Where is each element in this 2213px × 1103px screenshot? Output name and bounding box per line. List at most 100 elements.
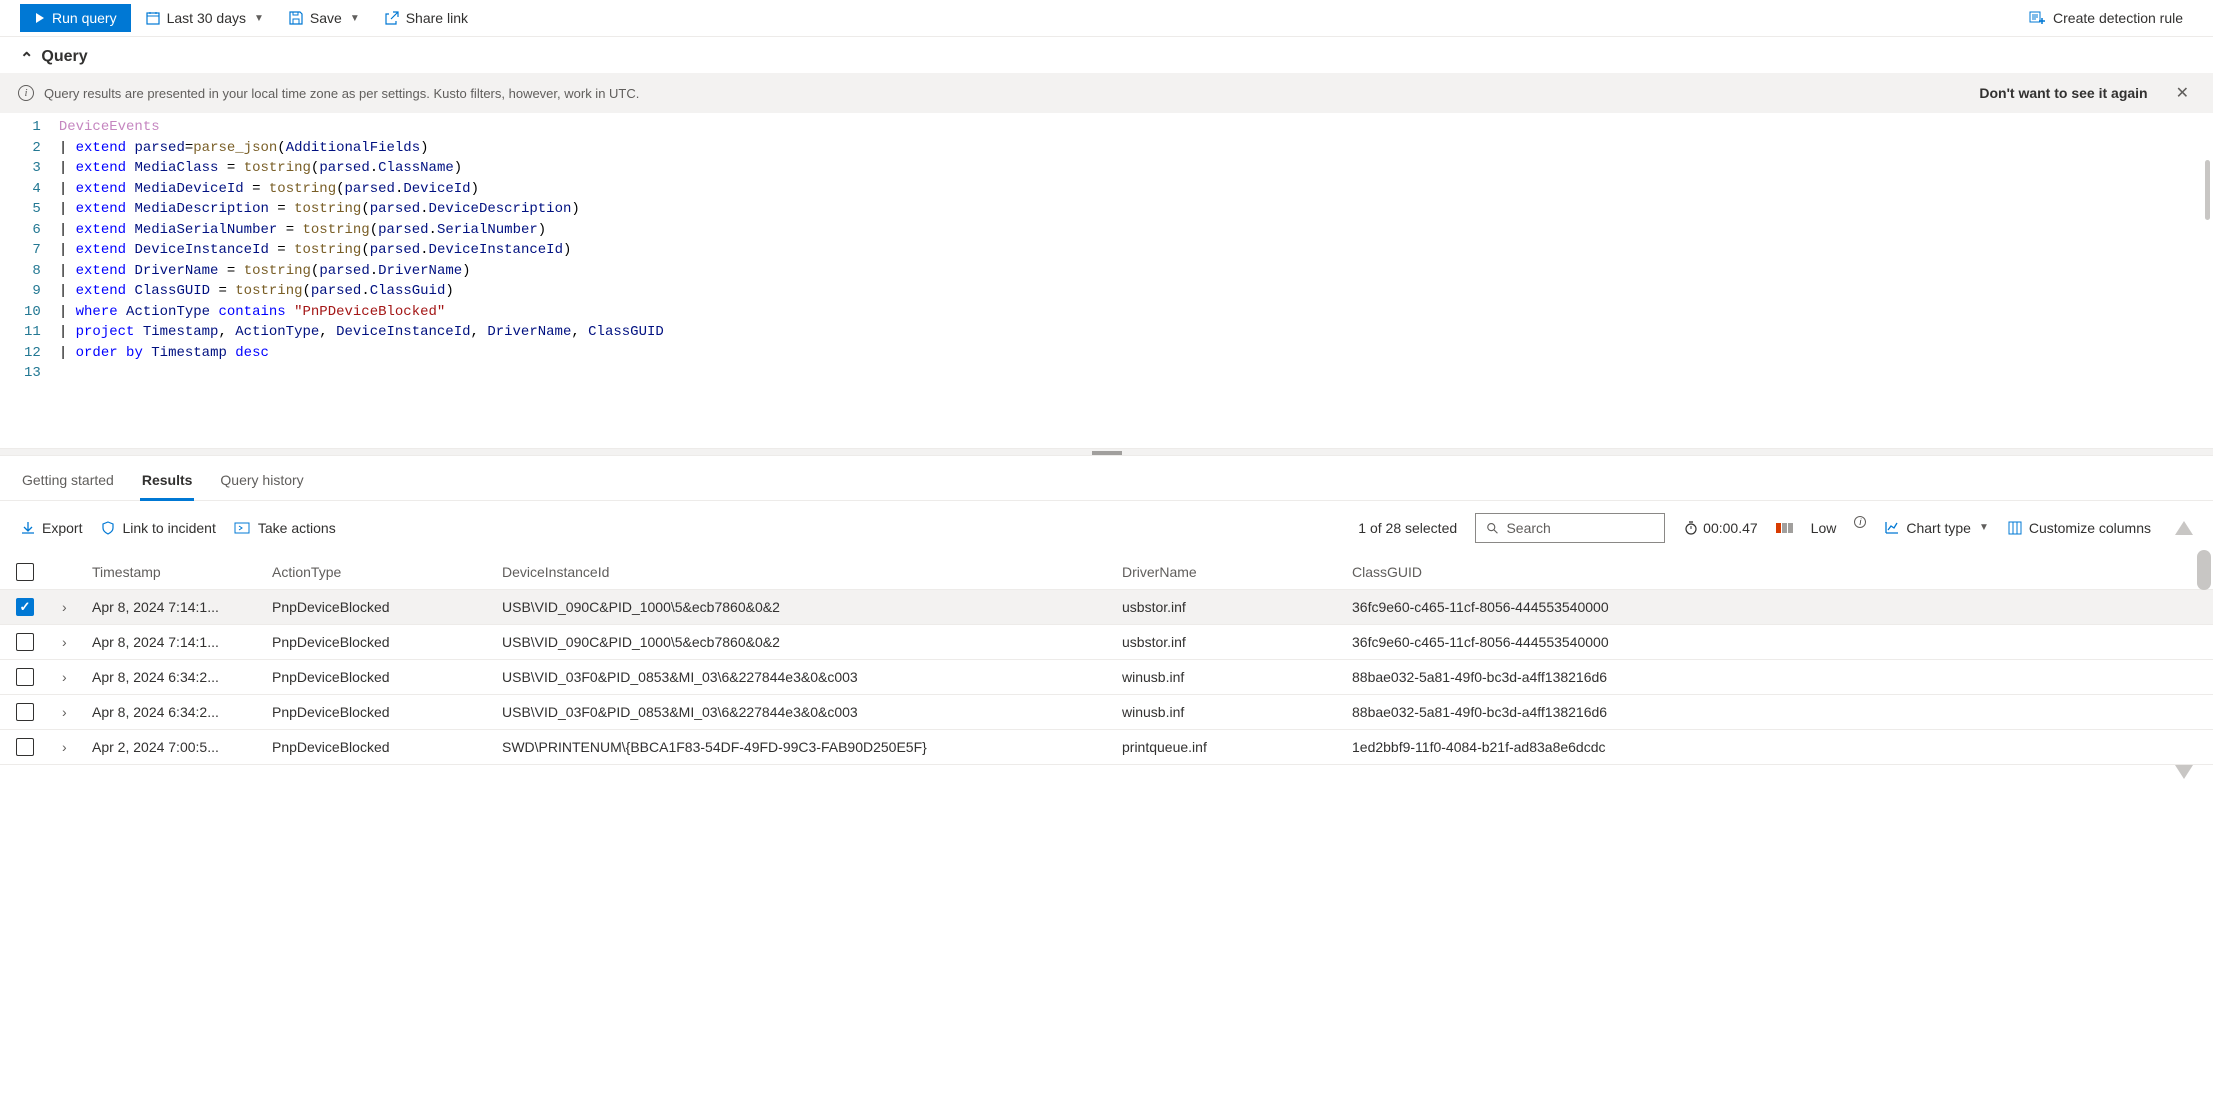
select-all-checkbox[interactable]	[16, 563, 34, 581]
cell-actiontype: PnpDeviceBlocked	[272, 704, 502, 720]
cell-deviceinstanceid: USB\VID_090C&PID_1000\5&ecb7860&0&2	[502, 599, 1122, 615]
expand-row-icon[interactable]: ›	[62, 704, 92, 720]
link-incident-button[interactable]: Link to incident	[100, 520, 215, 536]
chevron-down-icon: ▼	[350, 13, 360, 24]
row-checkbox[interactable]	[16, 703, 34, 721]
results-toolbar: Export Link to incident Take actions 1 o…	[0, 501, 2213, 555]
col-header-drivername[interactable]: DriverName	[1122, 564, 1352, 580]
timerange-picker[interactable]: Last 30 days ▼	[135, 4, 274, 32]
results-grid: Timestamp ActionType DeviceInstanceId Dr…	[0, 555, 2213, 765]
take-actions-button[interactable]: Take actions	[234, 520, 336, 536]
editor-gutter: 12345678910111213	[0, 113, 59, 388]
cell-classguid: 88bae032-5a81-49f0-bc3d-a4ff138216d6	[1352, 669, 2197, 685]
top-toolbar: Run query Last 30 days ▼ Save ▼ Share li…	[0, 0, 2213, 37]
cell-timestamp: Apr 8, 2024 6:34:2...	[92, 704, 272, 720]
cell-deviceinstanceid: SWD\PRINTENUM\{BBCA1F83-54DF-49FD-99C3-F…	[502, 739, 1122, 755]
chevron-up-icon: ⌄	[20, 47, 33, 67]
scrollbar-thumb[interactable]	[2197, 550, 2211, 590]
link-incident-label: Link to incident	[122, 520, 215, 536]
search-input[interactable]	[1506, 520, 1654, 536]
editor-code[interactable]: DeviceEvents| extend parsed=parse_json(A…	[59, 113, 664, 388]
row-checkbox[interactable]	[16, 633, 34, 651]
col-header-classguid[interactable]: ClassGUID	[1352, 564, 2197, 580]
detection-rule-icon	[2029, 10, 2047, 26]
tab-results[interactable]: Results	[140, 464, 195, 501]
search-input-wrapper[interactable]	[1475, 513, 1665, 543]
table-row[interactable]: ›Apr 8, 2024 6:34:2...PnpDeviceBlockedUS…	[0, 695, 2213, 730]
cell-actiontype: PnpDeviceBlocked	[272, 599, 502, 615]
close-icon[interactable]: ✕	[2170, 83, 2195, 103]
expand-row-icon[interactable]: ›	[62, 669, 92, 685]
cell-drivername: printqueue.inf	[1122, 739, 1352, 755]
col-header-timestamp[interactable]: Timestamp	[92, 564, 272, 580]
share-label: Share link	[406, 10, 468, 26]
elapsed-value: 00:00.47	[1703, 520, 1758, 536]
info-icon[interactable]: i	[1854, 516, 1866, 528]
save-button[interactable]: Save ▼	[278, 4, 370, 32]
chart-icon	[1884, 520, 1900, 536]
grid-header-row: Timestamp ActionType DeviceInstanceId Dr…	[0, 555, 2213, 590]
row-checkbox[interactable]	[16, 668, 34, 686]
share-icon	[384, 10, 400, 26]
save-label: Save	[310, 10, 342, 26]
row-checkbox[interactable]	[16, 738, 34, 756]
expand-row-icon[interactable]: ›	[62, 599, 92, 615]
cell-deviceinstanceid: USB\VID_03F0&PID_0853&MI_03\6&227844e3&0…	[502, 704, 1122, 720]
share-link-button[interactable]: Share link	[374, 4, 478, 32]
results-tabs: Getting started Results Query history	[0, 456, 2213, 501]
cell-classguid: 88bae032-5a81-49f0-bc3d-a4ff138216d6	[1352, 704, 2197, 720]
columns-icon	[2007, 520, 2023, 536]
row-checkbox[interactable]	[16, 598, 34, 616]
info-bar-message: Query results are presented in your loca…	[44, 86, 1957, 101]
create-detection-label: Create detection rule	[2053, 10, 2183, 26]
table-row[interactable]: ›Apr 8, 2024 7:14:1...PnpDeviceBlockedUS…	[0, 590, 2213, 625]
col-header-deviceinstanceid[interactable]: DeviceInstanceId	[502, 564, 1122, 580]
cell-deviceinstanceid: USB\VID_090C&PID_1000\5&ecb7860&0&2	[502, 634, 1122, 650]
col-header-actiontype[interactable]: ActionType	[272, 564, 502, 580]
download-icon	[20, 520, 36, 536]
run-query-button[interactable]: Run query	[20, 4, 131, 32]
scroll-up-button[interactable]	[2175, 521, 2193, 535]
shield-icon	[100, 520, 116, 536]
tab-getting-started[interactable]: Getting started	[20, 464, 116, 500]
cell-classguid: 36fc9e60-c465-11cf-8056-444553540000	[1352, 634, 2197, 650]
export-button[interactable]: Export	[20, 520, 82, 536]
cell-classguid: 1ed2bbf9-11f0-4084-b21f-ad83a8e6dcdc	[1352, 739, 2197, 755]
query-editor[interactable]: 12345678910111213 DeviceEvents| extend p…	[0, 113, 2213, 448]
cell-timestamp: Apr 2, 2024 7:00:5...	[92, 739, 272, 755]
selection-count: 1 of 28 selected	[1358, 520, 1457, 536]
cell-drivername: winusb.inf	[1122, 704, 1352, 720]
calendar-icon	[145, 10, 161, 26]
chart-type-button[interactable]: Chart type ▼	[1884, 520, 1989, 536]
cell-timestamp: Apr 8, 2024 7:14:1...	[92, 599, 272, 615]
cell-timestamp: Apr 8, 2024 7:14:1...	[92, 634, 272, 650]
customize-columns-button[interactable]: Customize columns	[2007, 520, 2151, 536]
expand-row-icon[interactable]: ›	[62, 739, 92, 755]
resource-bars-icon	[1776, 523, 1793, 533]
scroll-down-button[interactable]	[2175, 765, 2193, 779]
query-section-header[interactable]: ⌄ Query	[0, 37, 2213, 73]
query-title: Query	[41, 48, 87, 66]
cell-actiontype: PnpDeviceBlocked	[272, 634, 502, 650]
create-detection-rule-button[interactable]: Create detection rule	[2019, 4, 2193, 32]
editor-scrollbar-thumb[interactable]	[2205, 160, 2210, 220]
chevron-down-icon: ▼	[254, 13, 264, 24]
chart-type-label: Chart type	[1906, 520, 1971, 536]
tab-query-history[interactable]: Query history	[218, 464, 305, 500]
cell-deviceinstanceid: USB\VID_03F0&PID_0853&MI_03\6&227844e3&0…	[502, 669, 1122, 685]
take-actions-label: Take actions	[258, 520, 336, 536]
table-row[interactable]: ›Apr 2, 2024 7:00:5...PnpDeviceBlockedSW…	[0, 730, 2213, 765]
cell-classguid: 36fc9e60-c465-11cf-8056-444553540000	[1352, 599, 2197, 615]
stopwatch-icon	[1683, 520, 1699, 536]
info-bar-dismiss-link[interactable]: Don't want to see it again	[1967, 85, 2159, 101]
actions-icon	[234, 520, 252, 536]
cell-actiontype: PnpDeviceBlocked	[272, 669, 502, 685]
info-bar: i Query results are presented in your lo…	[0, 73, 2213, 113]
chevron-down-icon: ▼	[1979, 522, 1989, 533]
table-row[interactable]: ›Apr 8, 2024 6:34:2...PnpDeviceBlockedUS…	[0, 660, 2213, 695]
table-row[interactable]: ›Apr 8, 2024 7:14:1...PnpDeviceBlockedUS…	[0, 625, 2213, 660]
resource-level: Low	[1811, 520, 1837, 536]
expand-row-icon[interactable]: ›	[62, 634, 92, 650]
cell-timestamp: Apr 8, 2024 6:34:2...	[92, 669, 272, 685]
splitter-handle[interactable]	[0, 448, 2213, 456]
